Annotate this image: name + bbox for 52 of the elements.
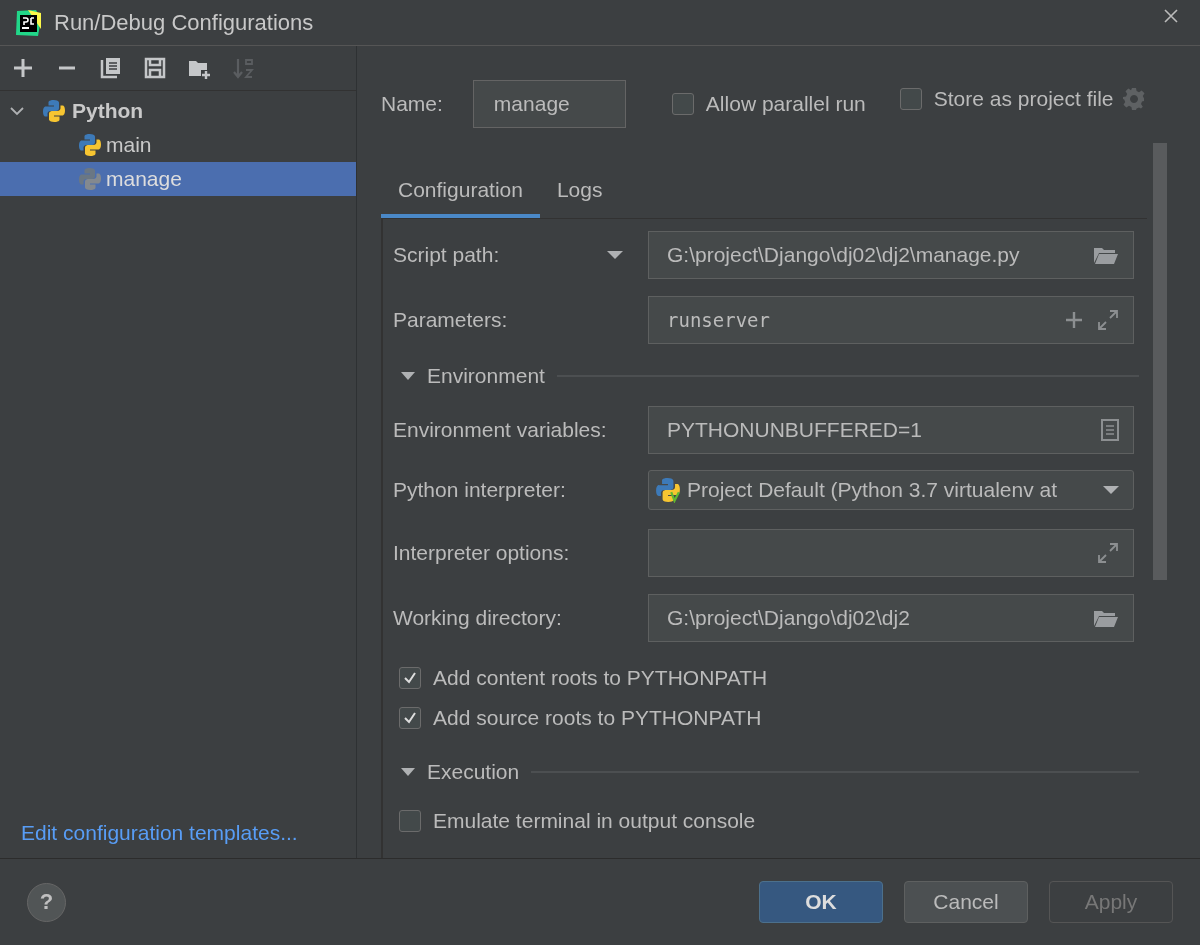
chevron-icon[interactable] <box>10 104 24 118</box>
expand-triangle-icon[interactable] <box>401 371 415 381</box>
checkbox-label[interactable]: Store as project file <box>933 87 1114 111</box>
input-field[interactable]: G:\project\Django\dj02\dj2 <box>648 594 1134 642</box>
close-icon[interactable] <box>1164 8 1178 23</box>
interpreter-dropdown[interactable]: Project Default (Python 3.7 virtualenv at <box>648 470 1134 510</box>
tab[interactable]: Configuration <box>381 178 540 218</box>
dropdown-arrow-icon[interactable] <box>607 250 623 260</box>
field-label: Interpreter options: <box>393 541 570 565</box>
app-logo-icon <box>14 8 42 37</box>
dialog-button[interactable]: OK <box>759 881 883 923</box>
expand-icon[interactable] <box>1097 309 1119 331</box>
checkbox-label[interactable]: Emulate terminal in output console <box>433 809 756 833</box>
name-field[interactable]: manage <box>472 80 626 128</box>
folder-icon[interactable] <box>1093 245 1119 265</box>
checkbox[interactable] <box>671 93 694 115</box>
scrollbar-thumb[interactable] <box>1153 143 1167 580</box>
field-label: Python interpreter: <box>393 478 566 502</box>
tree-item[interactable]: main <box>0 128 356 162</box>
help-button[interactable]: ? <box>27 882 66 922</box>
checkbox-label[interactable]: Allow parallel run <box>705 92 866 116</box>
save-icon[interactable] <box>143 56 167 80</box>
dialog-button[interactable]: Cancel <box>904 881 1028 923</box>
section-title[interactable]: Execution <box>427 760 520 784</box>
tree-item[interactable]: Python <box>0 94 356 128</box>
field-label: Environment variables: <box>393 418 607 442</box>
edit-templates-link[interactable]: Edit configuration templates... <box>21 821 298 845</box>
folder-icon[interactable] <box>1093 608 1119 628</box>
dropdown-arrow-icon[interactable] <box>1103 485 1119 495</box>
window-title: Run/Debug Configurations <box>54 9 314 36</box>
field-label: Parameters: <box>393 308 508 332</box>
input-field[interactable]: runserver <box>648 296 1134 344</box>
checkbox-label[interactable]: Add source roots to PYTHONPATH <box>433 706 762 730</box>
name-label: Name: <box>381 92 443 116</box>
tree-item[interactable]: manage <box>0 162 356 196</box>
copy-icon[interactable] <box>99 56 123 80</box>
checkbox-label[interactable]: Add content roots to PYTHONPATH <box>433 666 768 690</box>
plus-icon[interactable] <box>1065 311 1083 329</box>
field-label: Working directory: <box>393 606 562 630</box>
input-field[interactable] <box>648 529 1134 577</box>
checkbox[interactable] <box>399 810 421 832</box>
section-title[interactable]: Environment <box>427 364 545 388</box>
expand-icon[interactable] <box>1097 542 1119 564</box>
checkbox[interactable] <box>899 88 922 110</box>
input-field[interactable]: PYTHONUNBUFFERED=1 <box>648 406 1134 454</box>
expand-triangle-icon[interactable] <box>401 767 415 777</box>
python-venv-icon <box>655 477 681 503</box>
tab[interactable]: Logs <box>539 178 620 218</box>
field-label: Script path: <box>393 243 500 267</box>
input-field[interactable]: G:\project\Django\dj02\dj2\manage.py <box>648 231 1134 279</box>
document-icon[interactable] <box>1101 419 1119 441</box>
plus-icon[interactable] <box>11 56 35 80</box>
